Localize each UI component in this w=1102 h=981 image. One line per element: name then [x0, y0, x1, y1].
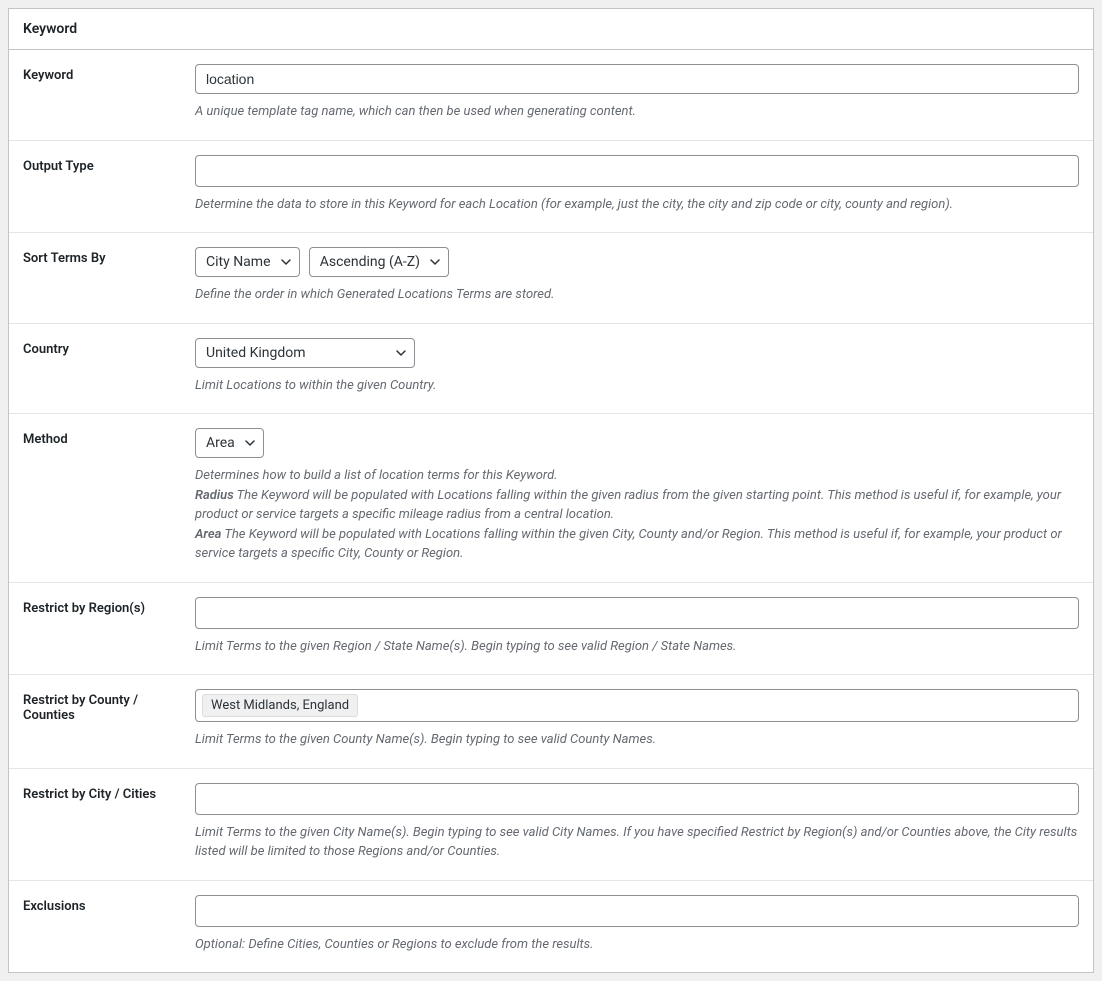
country-description: Limit Locations to within the given Coun…: [195, 376, 1079, 396]
label-country: Country: [23, 338, 195, 396]
keyword-panel: Keyword Keyword A unique template tag na…: [8, 8, 1094, 973]
label-restrict-county: Restrict by County / Counties: [23, 689, 195, 750]
label-sort-terms: Sort Terms By: [23, 247, 195, 305]
country-select[interactable]: United Kingdom: [195, 338, 415, 368]
restrict-county-input[interactable]: West Midlands, England: [195, 689, 1079, 722]
row-restrict-city: Restrict by City / Cities Limit Terms to…: [9, 769, 1093, 881]
keyword-description: A unique template tag name, which can th…: [195, 102, 1079, 122]
label-exclusions: Exclusions: [23, 895, 195, 955]
keyword-input[interactable]: [195, 64, 1079, 94]
method-select[interactable]: Area: [195, 428, 264, 458]
sort-direction-select[interactable]: Ascending (A-Z): [309, 247, 449, 277]
exclusions-input[interactable]: [195, 895, 1079, 927]
label-restrict-city: Restrict by City / Cities: [23, 783, 195, 862]
restrict-city-description: Limit Terms to the given City Name(s). B…: [195, 823, 1079, 862]
row-country: Country United Kingdom Limit Locations t…: [9, 324, 1093, 415]
row-output-type: Output Type Determine the data to store …: [9, 141, 1093, 234]
output-type-input[interactable]: [195, 155, 1079, 187]
restrict-region-description: Limit Terms to the given Region / State …: [195, 637, 1079, 657]
row-restrict-county: Restrict by County / Counties West Midla…: [9, 675, 1093, 769]
output-type-description: Determine the data to store in this Keyw…: [195, 195, 1079, 215]
row-restrict-region: Restrict by Region(s) Limit Terms to the…: [9, 583, 1093, 676]
restrict-city-input[interactable]: [195, 783, 1079, 815]
row-keyword: Keyword A unique template tag name, whic…: [9, 50, 1093, 141]
row-sort-terms: Sort Terms By City Name Ascending (A-Z) …: [9, 233, 1093, 324]
exclusions-description: Optional: Define Cities, Counties or Reg…: [195, 935, 1079, 955]
label-restrict-region: Restrict by Region(s): [23, 597, 195, 657]
row-exclusions: Exclusions Optional: Define Cities, Coun…: [9, 881, 1093, 973]
restrict-region-input[interactable]: [195, 597, 1079, 629]
label-keyword: Keyword: [23, 64, 195, 122]
sort-field-select[interactable]: City Name: [195, 247, 300, 277]
sort-terms-description: Define the order in which Generated Loca…: [195, 285, 1079, 305]
panel-title: Keyword: [9, 9, 1093, 50]
county-tag[interactable]: West Midlands, England: [202, 694, 358, 717]
label-output-type: Output Type: [23, 155, 195, 215]
method-description: Determines how to build a list of locati…: [195, 466, 1079, 564]
row-method: Method Area Determines how to build a li…: [9, 414, 1093, 583]
label-method: Method: [23, 428, 195, 564]
restrict-county-description: Limit Terms to the given County Name(s).…: [195, 730, 1079, 750]
